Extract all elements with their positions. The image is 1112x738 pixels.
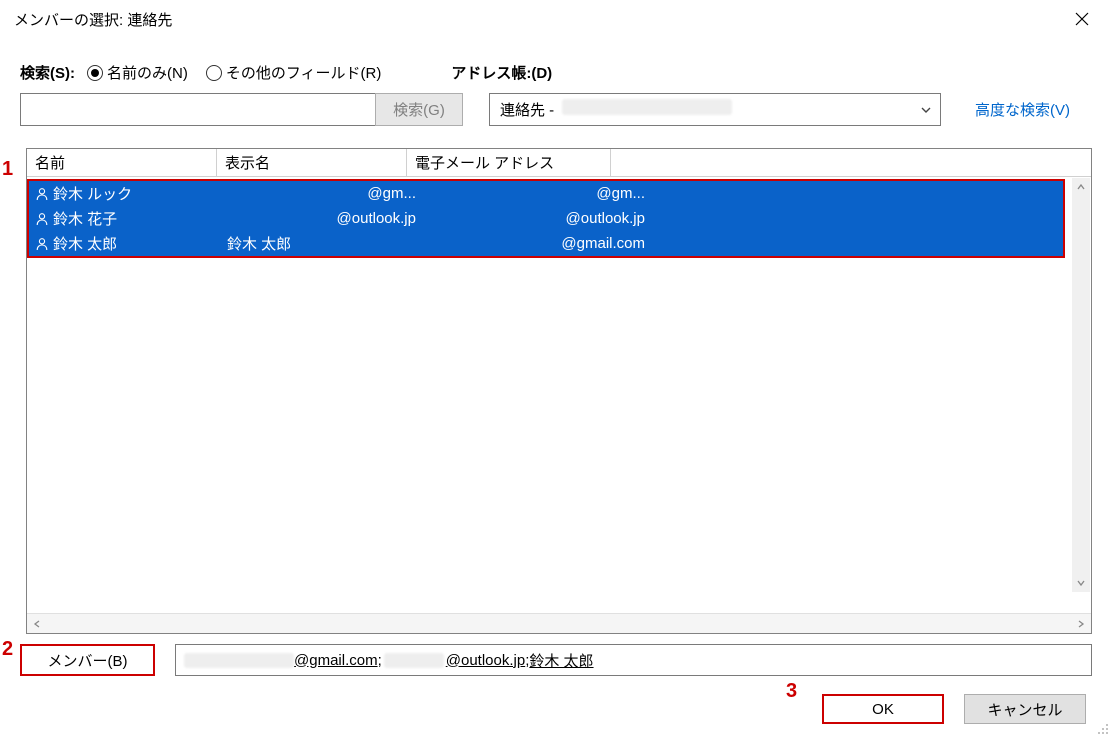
row-email: @gmail.com: [561, 235, 645, 252]
member-entry: @outlook.jp: [446, 652, 525, 669]
addressbook-select[interactable]: 連絡先 -: [489, 93, 941, 126]
person-icon: [35, 187, 49, 201]
scroll-left-icon[interactable]: [27, 614, 47, 634]
advanced-search-link[interactable]: 高度な検索(V): [975, 93, 1070, 126]
redacted: [384, 653, 444, 668]
table-row[interactable]: 鈴木 ルック @gm... @gm...: [29, 181, 1063, 206]
person-icon: [35, 212, 49, 226]
ok-button[interactable]: OK: [822, 694, 944, 724]
contacts-table: 名前 表示名 電子メール アドレス 鈴木 ルック @gm... @gm... 鈴…: [26, 148, 1092, 634]
table-row[interactable]: 鈴木 太郎 鈴木 太郎 @gmail.com: [29, 231, 1063, 256]
radio-other-fields[interactable]: その他のフィールド(R): [206, 62, 382, 83]
row-email: @gm...: [596, 185, 645, 202]
scroll-right-icon[interactable]: [1071, 614, 1091, 634]
col-name[interactable]: 名前: [27, 149, 217, 176]
member-entry: @gmail.com: [294, 652, 378, 669]
cancel-button[interactable]: キャンセル: [964, 694, 1086, 724]
scroll-up-icon[interactable]: [1072, 178, 1090, 196]
member-button[interactable]: メンバー(B): [20, 644, 155, 676]
separator: ;: [378, 652, 382, 669]
annotation-3: 3: [786, 680, 797, 703]
col-display[interactable]: 表示名: [217, 149, 407, 176]
radio-icon: [206, 65, 222, 81]
table-header: 名前 表示名 電子メール アドレス: [27, 149, 1091, 177]
row-display: @gm...: [367, 185, 416, 202]
search-button[interactable]: 検索(G): [375, 93, 463, 126]
radio-other-label: その他のフィールド(R): [226, 62, 382, 83]
resize-grip-icon[interactable]: [1097, 723, 1109, 735]
vertical-scrollbar[interactable]: [1072, 178, 1090, 592]
close-button[interactable]: [1062, 4, 1102, 34]
table-row[interactable]: 鈴木 花子 @outlook.jp @outlook.jp: [29, 206, 1063, 231]
chevron-down-icon: [920, 104, 932, 116]
member-entry: 鈴木 太郎: [529, 650, 593, 671]
redacted: [184, 653, 294, 668]
col-spacer: [611, 149, 1091, 176]
col-email[interactable]: 電子メール アドレス: [407, 149, 611, 176]
radio-icon: [87, 65, 103, 81]
radio-name-only[interactable]: 名前のみ(N): [87, 62, 188, 83]
annotation-1: 1: [2, 158, 13, 181]
row-name: 鈴木 太郎: [53, 233, 117, 254]
close-icon: [1075, 12, 1089, 26]
members-field[interactable]: @gmail.com ; @outlook.jp ; 鈴木 太郎: [175, 644, 1092, 676]
addressbook-prefix: 連絡先 -: [500, 102, 558, 119]
row-display: 鈴木 太郎: [227, 233, 291, 254]
horizontal-scrollbar[interactable]: [27, 613, 1091, 633]
person-icon: [35, 237, 49, 251]
radio-name-label: 名前のみ(N): [107, 62, 188, 83]
row-display: @outlook.jp: [337, 210, 416, 227]
addressbook-value-redacted: [562, 99, 732, 115]
selected-rows-highlight: 鈴木 ルック @gm... @gm... 鈴木 花子 @outlook.jp @…: [27, 179, 1065, 258]
addressbook-label: アドレス帳:(D): [451, 62, 552, 83]
annotation-2: 2: [2, 638, 13, 661]
scroll-down-icon[interactable]: [1072, 574, 1090, 592]
row-email: @outlook.jp: [566, 210, 645, 227]
window-title: メンバーの選択: 連絡先: [14, 9, 172, 30]
row-name: 鈴木 ルック: [53, 183, 132, 204]
search-label: 検索(S):: [20, 62, 75, 83]
search-input[interactable]: [20, 93, 376, 126]
row-name: 鈴木 花子: [53, 208, 117, 229]
